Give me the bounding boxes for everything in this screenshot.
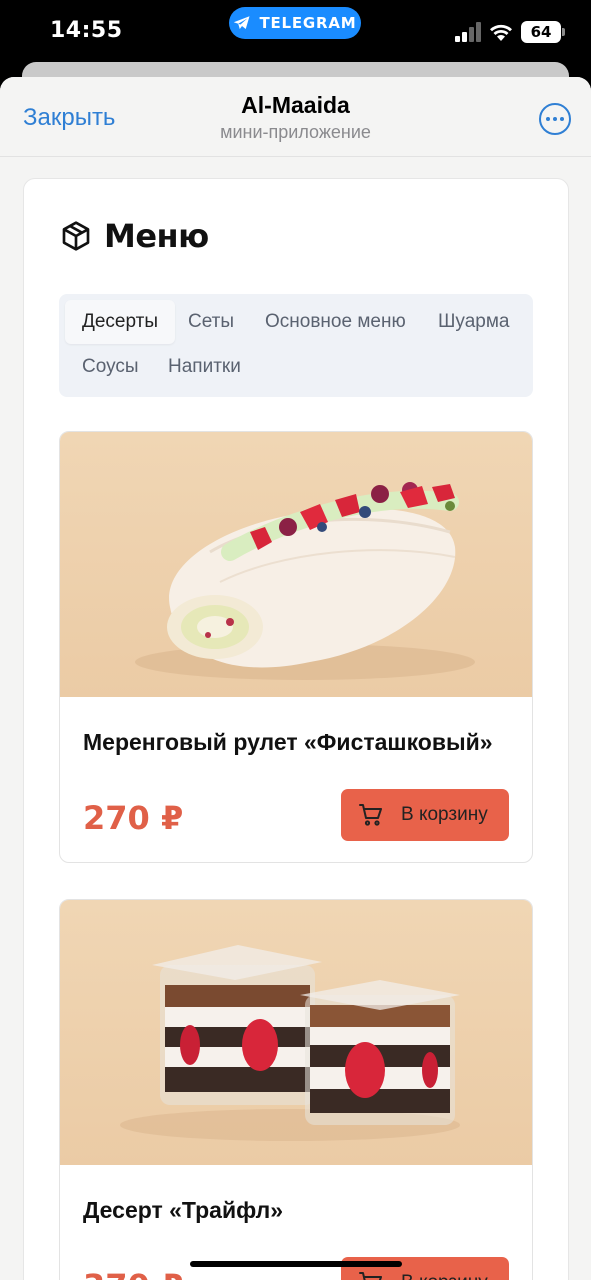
battery-level: 64 — [530, 23, 552, 41]
tab-desserts[interactable]: Десерты — [65, 300, 176, 344]
product-card[interactable]: Десерт «Трайфл» 370 ₽ В корзину — [59, 899, 533, 1280]
telegram-badge[interactable]: TELEGRAM — [229, 7, 361, 39]
mini-app-header: Закрыть Al-Maaida мини-приложение — [0, 77, 591, 157]
tab-drinks[interactable]: Напитки — [151, 345, 258, 389]
battery-icon: 64 — [521, 21, 565, 43]
telegram-badge-label: TELEGRAM — [259, 14, 357, 32]
cellular-signal-icon — [455, 22, 481, 42]
add-to-cart-label: В корзину — [401, 804, 488, 825]
product-price: 270 ₽ — [83, 799, 184, 837]
app-subtitle: мини-приложение — [220, 122, 371, 142]
product-card[interactable]: Меренговый рулет «Фисташковый» 270 ₽ В к… — [59, 431, 533, 863]
product-name: Меренговый рулет «Фисташковый» — [83, 729, 493, 755]
app-title: Al-Maaida — [241, 92, 350, 118]
wifi-icon — [490, 24, 512, 41]
add-to-cart-button[interactable]: В корзину — [341, 789, 509, 841]
tab-sauces[interactable]: Соусы — [65, 345, 156, 389]
status-time: 14:55 — [50, 18, 123, 43]
box-icon — [62, 221, 90, 251]
cart-icon — [359, 1272, 382, 1280]
product-price: 370 ₽ — [83, 1267, 183, 1280]
mini-app-sheet: Закрыть Al-Maaida мини-приложение Меню Д… — [0, 77, 591, 1280]
trifle-dessert-photo — [60, 900, 532, 1165]
status-bar: 14:55 TELEGRAM 64 — [0, 0, 591, 64]
tab-sets[interactable]: Сеты — [171, 300, 251, 344]
menu-title: Меню — [104, 217, 209, 255]
telegram-icon — [234, 16, 250, 29]
tab-shawarma[interactable]: Шуарма — [421, 300, 526, 344]
menu-header: Меню — [60, 217, 209, 255]
add-to-cart-label: В корзину — [401, 1272, 488, 1280]
category-tabs: Десерты Сеты Основное меню Шуарма Соусы … — [59, 294, 533, 397]
more-icon[interactable] — [539, 103, 571, 135]
cart-icon — [359, 804, 382, 826]
meringue-roll-photo — [60, 432, 532, 697]
tab-main-menu[interactable]: Основное меню — [248, 300, 423, 344]
menu-panel: Меню Десерты Сеты Основное меню Шуарма С… — [23, 178, 569, 1280]
home-indicator[interactable] — [190, 1261, 402, 1267]
product-name: Десерт «Трайфл» — [83, 1197, 284, 1223]
